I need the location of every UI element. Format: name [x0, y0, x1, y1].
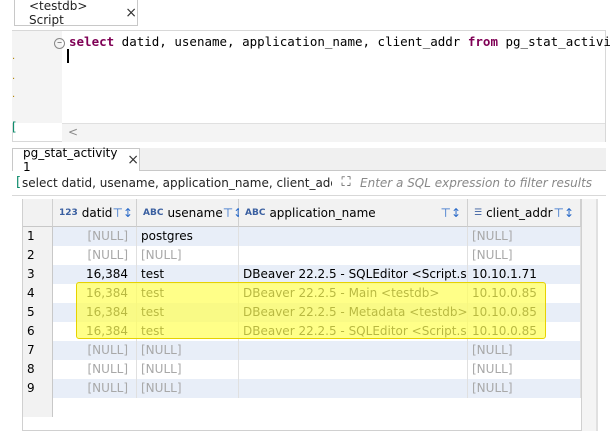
- row-number: 8: [23, 360, 53, 379]
- cell-client-addr[interactable]: [NULL]: [468, 246, 581, 265]
- column-header-client-addr[interactable]: ☰ client_addr ⊤↕: [468, 199, 581, 227]
- marker-icon: ·: [12, 92, 16, 103]
- cell-usename[interactable]: postgres: [137, 227, 239, 246]
- horizontal-scrollbar[interactable]: <: [62, 123, 605, 142]
- table-row[interactable]: 9 [NULL] [NULL] [NULL]: [23, 379, 581, 398]
- cell-client-addr[interactable]: [NULL]: [468, 379, 581, 398]
- filter-sort-icon[interactable]: ⊤↕: [112, 206, 133, 220]
- cell-application-name[interactable]: [239, 341, 468, 360]
- table-row[interactable]: 1 [NULL] postgres [NULL]: [23, 227, 581, 246]
- tab-title: pg_stat_activity 1: [23, 146, 118, 174]
- row-number: 9: [23, 379, 53, 398]
- filter-input[interactable]: Enter a SQL expression to filter results…: [360, 176, 592, 190]
- table-row[interactable]: 2 [NULL] [NULL] [NULL]: [23, 246, 581, 265]
- marker-icon: ·: [12, 74, 16, 85]
- column-header-usename[interactable]: ABC usename ⊤↕: [137, 199, 243, 227]
- cell-application-name[interactable]: [239, 379, 468, 398]
- cell-usename[interactable]: [NULL]: [137, 246, 239, 265]
- collapse-icon[interactable]: −: [54, 38, 65, 49]
- tab-title: <testdb> Script: [29, 0, 88, 27]
- close-icon[interactable]: ×: [127, 152, 139, 168]
- table-row[interactable]: 7 [NULL] [NULL] [NULL]: [23, 341, 581, 360]
- filter-sort-icon[interactable]: ⊤↕: [440, 206, 461, 220]
- cell-application-name[interactable]: [239, 227, 468, 246]
- text-type-icon: ABC: [245, 207, 266, 218]
- sql-code-line[interactable]: − select datid, usename, application_name…: [54, 34, 610, 49]
- cell-datid[interactable]: [NULL]: [53, 379, 137, 398]
- text-cursor: [67, 49, 69, 63]
- expand-filter-icon[interactable]: ⛶: [338, 175, 354, 191]
- row-number: 4: [23, 284, 53, 303]
- row-number: 1: [23, 227, 53, 246]
- row-number: 2: [23, 246, 53, 265]
- marker-icon: ·: [12, 54, 16, 65]
- cell-usename[interactable]: [NULL]: [137, 341, 239, 360]
- tab-results[interactable]: pg_stat_activity 1 ×: [12, 146, 140, 174]
- scroll-left-icon[interactable]: <: [68, 125, 78, 139]
- row-number: [23, 398, 53, 417]
- column-name: datid: [81, 205, 113, 220]
- column-name: application_name: [269, 205, 376, 220]
- column-name: usename: [167, 205, 223, 220]
- sql-keyword: from: [467, 34, 498, 49]
- cell-client-addr[interactable]: [NULL]: [468, 360, 581, 379]
- cell-client-addr[interactable]: [NULL]: [468, 341, 581, 360]
- inet-type-icon: ☰: [474, 207, 483, 218]
- cell-usename[interactable]: [NULL]: [137, 360, 239, 379]
- marker-icon: [: [12, 120, 17, 134]
- column-header-datid[interactable]: 123 datid ⊤↕: [53, 199, 137, 227]
- cell-datid[interactable]: [NULL]: [53, 341, 137, 360]
- query-text: select datid, usename, application_name,…: [22, 176, 332, 190]
- cell-application-name[interactable]: [239, 246, 468, 265]
- sql-keyword: select: [69, 34, 115, 49]
- row-number: 6: [23, 322, 53, 341]
- cell-datid[interactable]: [NULL]: [53, 360, 137, 379]
- empty-row: [23, 398, 581, 417]
- row-number-header: [23, 199, 53, 227]
- highlight-annotation: [76, 282, 546, 339]
- row-number: 7: [23, 341, 53, 360]
- query-marker-icon: [: [16, 175, 22, 190]
- cell-datid[interactable]: [NULL]: [53, 227, 137, 246]
- row-number: 3: [23, 265, 53, 284]
- filter-sort-icon[interactable]: ⊤↕: [553, 206, 574, 220]
- table-row[interactable]: 8 [NULL] [NULL] [NULL]: [23, 360, 581, 379]
- sql-text: datid, usename, application_name, client…: [114, 34, 468, 49]
- tab-script-editor[interactable]: <testdb> Script ×: [14, 0, 138, 27]
- cell-client-addr[interactable]: [NULL]: [468, 227, 581, 246]
- cell-application-name[interactable]: [239, 360, 468, 379]
- close-icon[interactable]: ×: [125, 5, 137, 21]
- row-number: 5: [23, 303, 53, 322]
- column-header-application-name[interactable]: ABC application_name ⊤↕: [239, 199, 468, 227]
- vertical-scrollbar[interactable]: [582, 199, 596, 431]
- panel-border: [596, 199, 598, 431]
- cell-usename[interactable]: [NULL]: [137, 379, 239, 398]
- column-name: client_addr: [486, 205, 553, 220]
- sql-text: pg_stat_activity: [505, 34, 610, 49]
- cell-datid[interactable]: [NULL]: [53, 246, 137, 265]
- text-type-icon: ABC: [143, 207, 164, 218]
- number-type-icon: 123: [59, 207, 78, 218]
